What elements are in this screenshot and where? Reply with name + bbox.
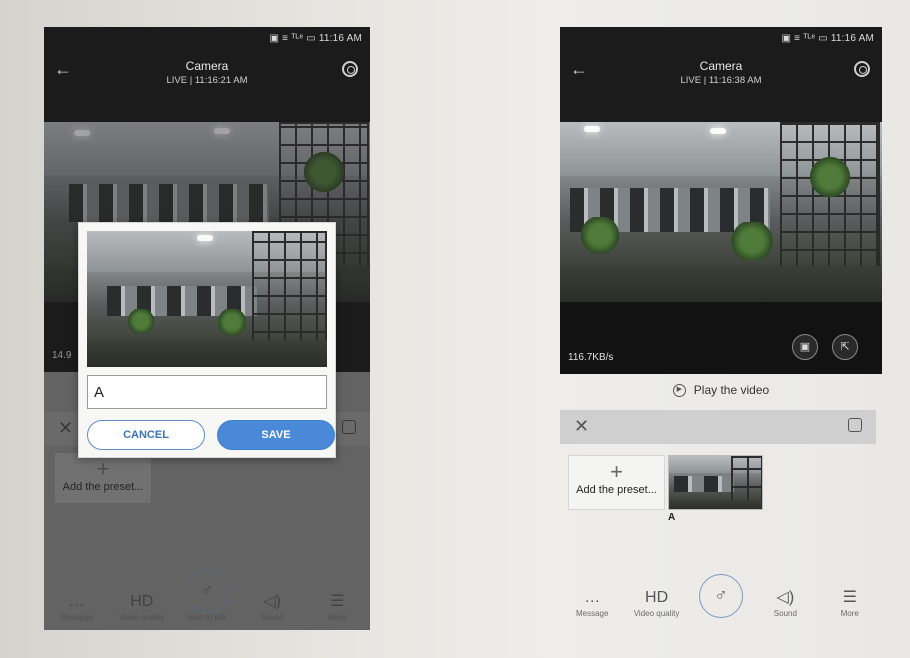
video-quality-button[interactable]: HD Video quality — [629, 587, 685, 618]
right-phone-screen: ▣ ≡ ᵀᴸᵉ ▭ 11:16 AM ← Camera LIVE | 11:16… — [560, 27, 882, 627]
save-button[interactable]: SAVE — [217, 420, 335, 450]
play-video-link[interactable]: ▶ Play the video — [560, 383, 882, 398]
message-icon: … — [584, 589, 601, 606]
video-control-bar: 116.7KB/s ▣ ⇱ — [560, 302, 882, 374]
live-video-feed[interactable] — [560, 122, 882, 302]
preset-preview-image — [87, 231, 327, 367]
preset-name-input[interactable]: A — [87, 375, 327, 409]
fullscreen-icon[interactable]: ⇱ — [832, 334, 858, 360]
speaker-icon: ◁) — [776, 589, 795, 606]
message-button[interactable]: … Message — [564, 587, 620, 618]
preset-toolbar: ✕ — [560, 410, 876, 444]
microphone-icon: ♂ — [698, 574, 743, 618]
top-bar: ▣ ≡ ᵀᴸᵉ ▭ 11:16 AM ← Camera LIVE | 11:16… — [560, 27, 882, 122]
gear-icon[interactable] — [854, 61, 870, 77]
camera-snapshot-icon[interactable]: ▣ — [792, 334, 818, 360]
status-bar: ▣ ≡ ᵀᴸᵉ ▭ 11:16 AM — [269, 33, 362, 44]
close-icon[interactable]: ✕ — [574, 416, 589, 437]
gear-icon[interactable] — [342, 61, 358, 77]
plus-icon: + — [610, 459, 623, 484]
page-title: Camera — [185, 59, 229, 73]
play-icon: ▶ — [672, 384, 686, 398]
hd-icon: HD — [645, 589, 669, 606]
live-timestamp: LIVE | 11:16:21 AM — [166, 75, 248, 86]
bottom-toolbar: … Message HD Video quality ♂ ◁) Sound ☰ More — [560, 568, 882, 618]
bitrate-readout: 116.7KB/s — [568, 352, 614, 363]
more-button[interactable]: ☰ More — [822, 587, 878, 618]
edit-icon[interactable] — [848, 418, 862, 432]
talk-button[interactable]: ♂ — [693, 574, 749, 618]
cancel-button[interactable]: CANCEL — [87, 420, 205, 450]
menu-icon: ☰ — [842, 589, 857, 606]
top-bar: ▣ ≡ ᵀᴸᵉ ▭ 11:16 AM ← Camera LIVE | 11:16… — [44, 27, 370, 122]
status-bar: ▣ ≡ ᵀᴸᵉ ▭ 11:16 AM — [781, 33, 874, 44]
add-preset-button[interactable]: + Add the preset... — [568, 455, 665, 510]
sound-button[interactable]: ◁) Sound — [757, 587, 813, 618]
preset-name-label: A — [668, 512, 676, 523]
page-title: Camera — [699, 59, 743, 73]
preset-thumbnail[interactable] — [668, 455, 763, 510]
live-timestamp: LIVE | 11:16:38 AM — [680, 75, 762, 86]
save-preset-dialog: A CANCEL SAVE — [78, 222, 336, 458]
